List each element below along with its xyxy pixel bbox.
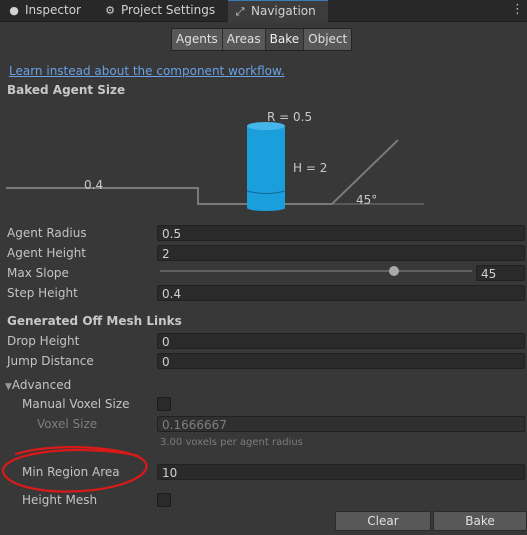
tab-navigation-label: Navigation	[251, 4, 316, 18]
step-height-label: Step Height	[7, 286, 78, 300]
min-region-area-field[interactable]: 10	[157, 464, 525, 480]
step-height-field[interactable]: 0.4	[157, 285, 525, 301]
agent-height-label: Agent Height	[7, 246, 87, 260]
gear-icon: ⚙	[105, 4, 115, 17]
more-options-icon[interactable]: ⋮	[511, 2, 524, 18]
radius-annotation: R = 0.5	[267, 110, 312, 124]
object-tab-button[interactable]: Object	[304, 29, 352, 50]
agent-radius-field[interactable]: 0.5	[157, 225, 525, 241]
navigation-toolbar: Agents Areas Bake Object	[171, 28, 353, 51]
tab-inspector[interactable]: ● Inspector	[8, 0, 81, 21]
agent-height-field[interactable]: 2	[157, 245, 525, 261]
max-slope-slider-track[interactable]	[160, 270, 472, 272]
agents-tab-button[interactable]: Agents	[172, 29, 223, 50]
advanced-header: Advanced	[11, 378, 72, 392]
component-workflow-link[interactable]: Learn instead about the component workfl…	[9, 64, 285, 78]
max-slope-label: Max Slope	[7, 266, 69, 280]
agent-cylinder	[246, 122, 286, 211]
slope-annotation: 45°	[356, 193, 377, 207]
jump-distance-field[interactable]: 0	[157, 353, 525, 369]
ground-profile	[6, 139, 399, 205]
foldout-arrow-icon: ▼	[5, 382, 12, 392]
advanced-foldout[interactable]: ▼Advanced	[5, 378, 71, 392]
tab-bar: ● Inspector ⚙ Project Settings ⤢ Navigation…	[0, 0, 527, 23]
offmesh-links-header: Generated Off Mesh Links	[7, 314, 182, 328]
red-annotation-circle	[1, 446, 148, 493]
bake-tab-button[interactable]: Bake	[265, 29, 305, 50]
navigation-icon: ⤢	[235, 5, 245, 18]
voxel-size-hint: 3.00 voxels per agent radius	[160, 437, 303, 448]
jump-distance-label: Jump Distance	[7, 354, 94, 368]
baked-agent-size-header: Baked Agent Size	[7, 83, 126, 97]
manual-voxel-size-checkbox[interactable]	[157, 397, 171, 411]
tab-project-settings[interactable]: ⚙ Project Settings	[104, 0, 215, 21]
agent-radius-label: Agent Radius	[7, 226, 87, 240]
areas-tab-button[interactable]: Areas	[222, 29, 266, 50]
bake-button[interactable]: Bake	[433, 511, 527, 531]
manual-voxel-size-label: Manual Voxel Size	[22, 397, 130, 411]
drop-height-label: Drop Height	[7, 334, 80, 348]
step-annotation: 0.4	[84, 178, 103, 192]
tab-navigation[interactable]: ⤢ Navigation	[228, 0, 328, 23]
clear-button[interactable]: Clear	[335, 511, 431, 531]
info-icon: ●	[9, 4, 19, 17]
max-slope-field[interactable]: 45	[476, 265, 525, 281]
tab-project-settings-label: Project Settings	[121, 3, 216, 17]
tab-inspector-label: Inspector	[25, 3, 81, 17]
voxel-size-label: Voxel Size	[37, 417, 98, 431]
max-slope-slider-thumb[interactable]	[389, 266, 399, 276]
height-annotation: H = 2	[293, 161, 327, 175]
drop-height-field[interactable]: 0	[157, 333, 525, 349]
voxel-size-field: 0.1666667	[157, 416, 525, 432]
agent-size-diagram: R = 0.5 H = 2 0.4 45°	[6, 110, 424, 211]
